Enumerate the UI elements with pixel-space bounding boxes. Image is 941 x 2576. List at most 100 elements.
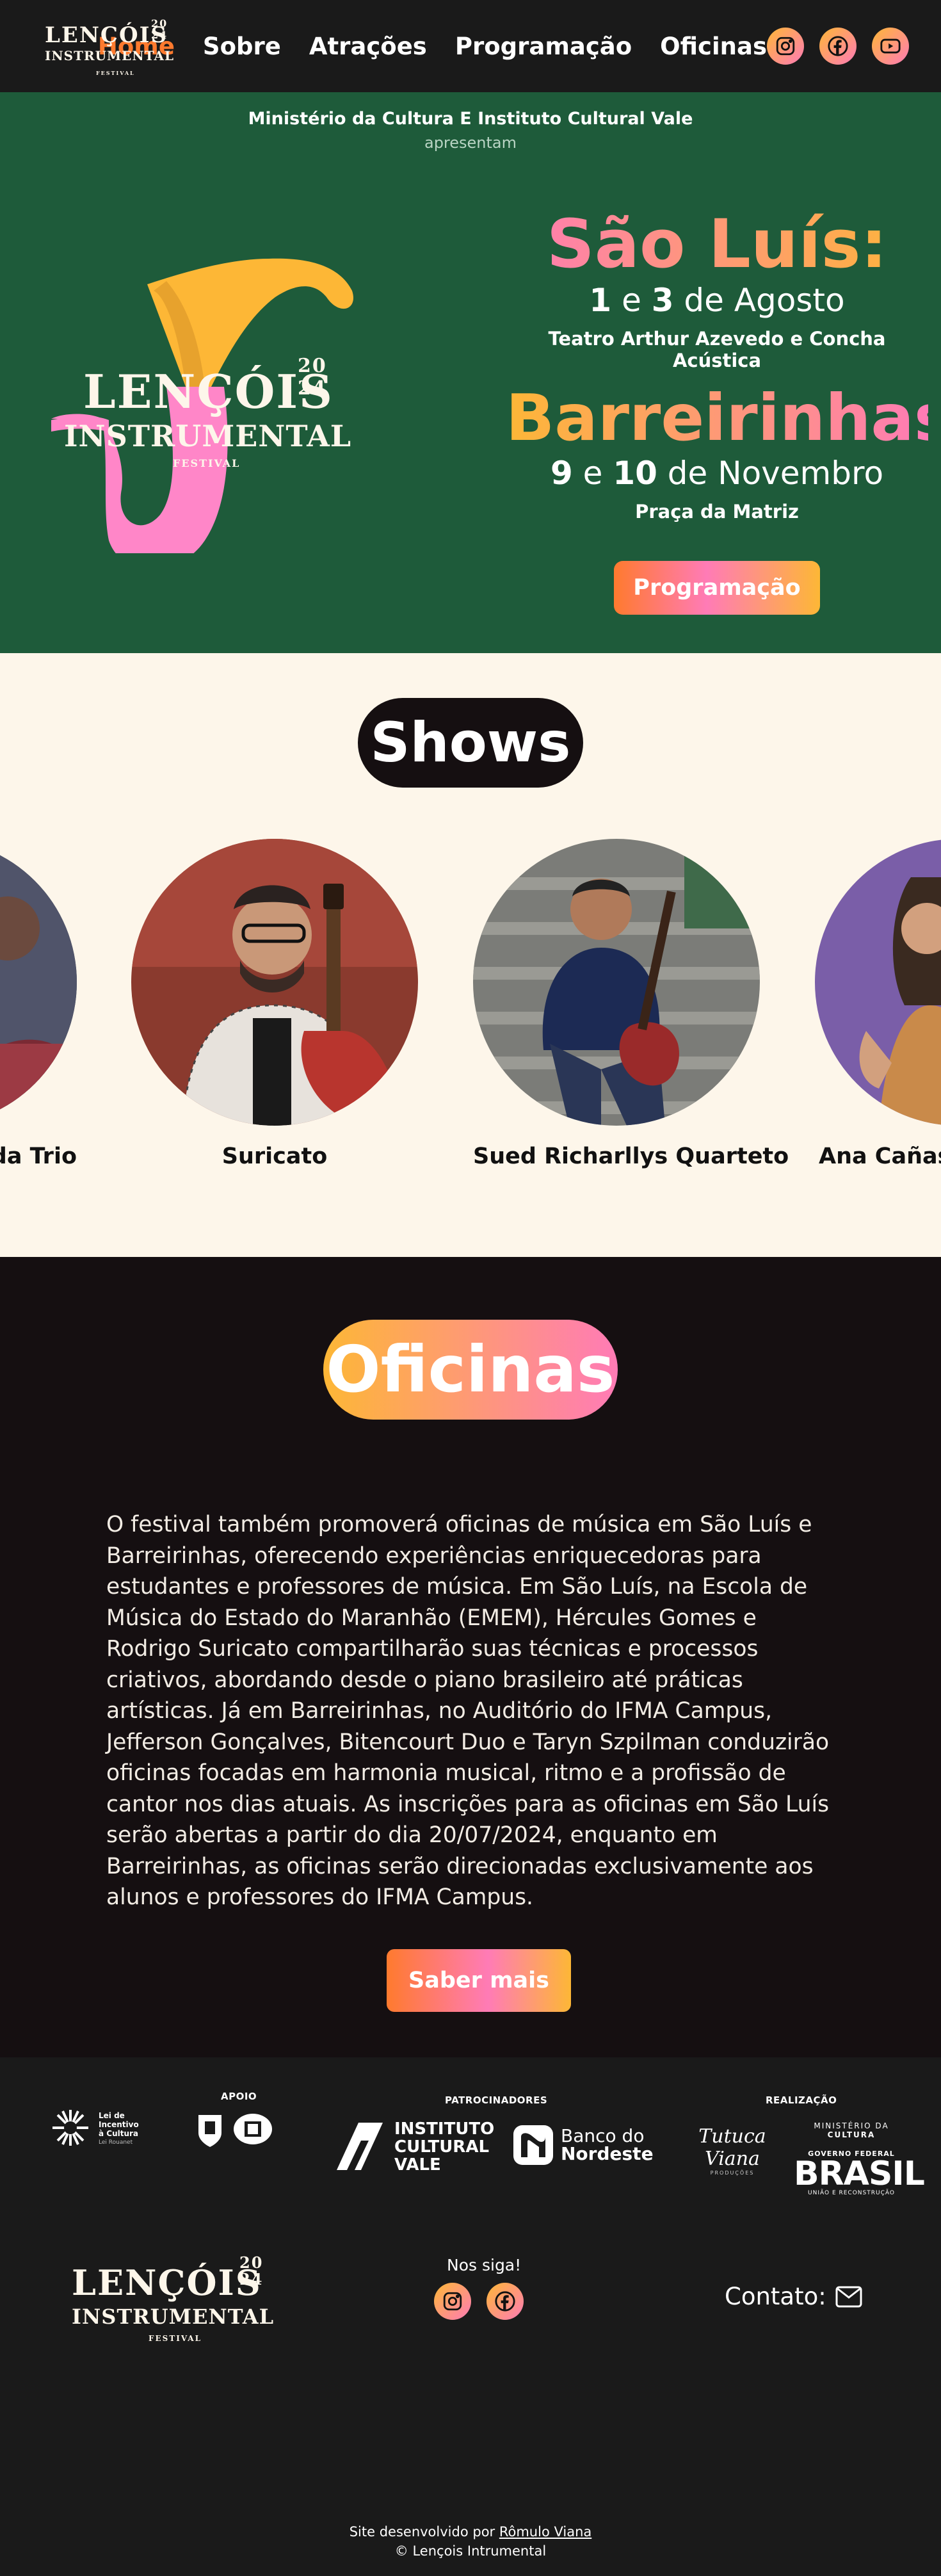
artist-name: Suricato (221, 1144, 328, 1169)
bnb-mark-icon (513, 2125, 553, 2165)
mail-icon (835, 2286, 862, 2307)
oficinas-title: Oficinas (323, 1320, 618, 1420)
festival-logo[interactable]: LENÇÓIS INSTRUMENTAL 20 24 FESTIVAL (45, 11, 173, 81)
hero-logo-line2: INSTRUMENTAL (64, 419, 352, 453)
hero-logo-year-top: 20 (298, 355, 327, 377)
hero-logo-sub: FESTIVAL (173, 457, 241, 469)
venue-barreirinhas: Praça da Matriz (635, 501, 799, 523)
vale-line1: INSTITUTO (394, 2119, 495, 2139)
sponsors-bar: Lei de Incentivo à Cultura Lei Rouanet A… (0, 2057, 941, 2211)
hero-section: Ministério da Cultura E Instituto Cultur… (0, 92, 941, 653)
hero-saxophone-logo: LENÇÓIS INSTRUMENTAL 20 24 FESTIVAL (38, 220, 371, 569)
apoio-crest-logo-2 (232, 2111, 274, 2150)
copyright: © Lençois Intrumental (394, 2543, 547, 2559)
artist-name: da Trio (0, 1144, 77, 1169)
facebook-icon (495, 2291, 515, 2312)
banco-do-nordeste-logo: Banco do Nordeste (512, 2124, 654, 2169)
instagram-button[interactable] (767, 28, 804, 65)
nav-links: Home Sobre Atrações Programação Oficinas (98, 33, 767, 60)
nav-programacao[interactable]: Programação (455, 33, 632, 60)
artist-card[interactable]: Sued Richarllys Quarteto (473, 839, 789, 1169)
artist-card[interactable]: Suricato (131, 839, 418, 1169)
patrocinadores-label: PATROCINADORES (445, 2094, 548, 2106)
lei-line4: Lei Rouanet (99, 2139, 133, 2146)
nav-atracoes[interactable]: Atrações (309, 33, 427, 60)
saber-mais-button[interactable]: Saber mais (387, 1949, 571, 2012)
artist-photo (815, 839, 941, 1126)
footer-logo-sub: FESTIVAL (149, 2334, 202, 2343)
instituto-cultural-vale-logo: INSTITUTO CULTURAL VALE (333, 2119, 494, 2176)
oficinas-description: O festival também promoverá oficinas de … (106, 1512, 830, 1910)
artist-card[interactable]: da Trio (0, 839, 77, 1169)
governo-federal-logo: MINISTÉRIO DA CULTURA GOVERNO FEDERAL BR… (794, 2121, 925, 2196)
oficinas-section: Oficinas O festival também promoverá ofi… (0, 1257, 941, 2057)
minc-line1: MINISTÉRIO DA (814, 2121, 889, 2130)
logo-year-top: 20 (151, 17, 168, 29)
logo-line1: LENÇÓIS (45, 22, 168, 48)
footer-facebook-button[interactable] (487, 2283, 524, 2320)
city-sao-luis: São Luís: (506, 207, 928, 281)
artist-card[interactable]: Ana Cañas (815, 839, 941, 1169)
dates-sao-luis: 1 e 3 de Agosto (589, 282, 845, 320)
nav-social (767, 28, 909, 65)
artist-photo (473, 839, 760, 1126)
top-nav: LENÇÓIS INSTRUMENTAL 20 24 FESTIVAL Home… (0, 0, 941, 92)
logo-sub: FESTIVAL (96, 70, 135, 76)
crest-icon (198, 2115, 221, 2147)
credits-prefix: Site desenvolvido por (349, 2524, 499, 2540)
lei-line3: à Cultura (99, 2129, 139, 2138)
lei-line1: Lei de (99, 2111, 125, 2120)
logo-line2: INSTRUMENTAL (45, 48, 175, 63)
hero-logo-year-bottom: 24 (298, 377, 327, 400)
instagram-icon (776, 36, 795, 56)
youtube-button[interactable] (872, 28, 909, 65)
gov-brasil: BRASIL (794, 2155, 925, 2193)
lei-incentivo-logo: Lei de Incentivo à Cultura Lei Rouanet (50, 2107, 140, 2152)
nav-sobre[interactable]: Sobre (203, 33, 281, 60)
dates-barreirinhas: 9 e 10 de Novembro (550, 455, 884, 492)
artist-photo (0, 839, 77, 1126)
contact-link[interactable]: Contato: (725, 2283, 862, 2310)
shows-section: Shows da Trio Suricato Sued Richarllys Q… (0, 653, 941, 1257)
minc-line2: CULTURA (827, 2130, 876, 2139)
city-barreirinhas: Barreirinhas: (506, 380, 941, 456)
follow-label: Nos siga! (447, 2256, 522, 2274)
footer: LENÇÓIS INSTRUMENTAL 20 24 FESTIVAL Nos … (0, 2211, 941, 2576)
bnb-line2: Nordeste (561, 2143, 654, 2164)
youtube-icon (880, 38, 901, 54)
artist-name: Ana Cañas (819, 1144, 941, 1169)
venue-sao-luis: Teatro Arthur Azevedo e Concha Acústica (548, 328, 886, 372)
gov-line2: UNIÃO E RECONSTRUÇÃO (808, 2190, 895, 2196)
tutuca-sub: PRODUÇÕES (710, 2170, 755, 2176)
credits: Site desenvolvido por Rômulo Viana © Len… (0, 2522, 941, 2561)
hero-presents: Ministério da Cultura E Instituto Cultur… (0, 92, 941, 152)
hero-org: Ministério da Cultura E Instituto Cultur… (248, 109, 693, 129)
tutuca-viana-logo: Tutuca Viana PRODUÇÕES (681, 2125, 784, 2176)
credits-author-link[interactable]: Rômulo Viana (499, 2524, 591, 2540)
hero-presents-label: apresentam (424, 134, 517, 152)
artist-name: Sued Richarllys Quarteto (473, 1144, 789, 1169)
footer-logo-year-top: 20 (239, 2253, 264, 2272)
emblem-icon (234, 2114, 272, 2144)
footer-logo-line1: LENÇÓIS (72, 2262, 262, 2303)
hero-logo-line1: LENÇÓIS (83, 364, 334, 419)
vale-line2: CULTURAL (394, 2137, 490, 2157)
vale-line3: VALE (394, 2155, 441, 2175)
hero-info: São Luís: 1 e 3 de Agosto Teatro Arthur … (506, 207, 941, 615)
footer-instagram-button[interactable] (434, 2283, 471, 2320)
footer-social (434, 2283, 524, 2320)
lei-line2: Incentivo (99, 2120, 139, 2129)
artist-photo (131, 839, 418, 1126)
facebook-button[interactable] (819, 28, 857, 65)
contact-label: Contato: (725, 2283, 826, 2310)
facebook-icon (828, 36, 848, 56)
footer-logo-line2: INSTRUMENTAL (72, 2305, 275, 2329)
instagram-icon (443, 2292, 462, 2311)
sunburst-icon (52, 2110, 88, 2146)
apoio-label: APOIO (221, 2091, 257, 2102)
nav-oficinas[interactable]: Oficinas (660, 33, 767, 60)
programacao-button[interactable]: Programação (614, 561, 820, 615)
footer-logo[interactable]: LENÇÓIS INSTRUMENTAL 20 24 FESTIVAL (72, 2249, 277, 2358)
apoio-crest-logo-1 (196, 2111, 224, 2152)
tutuca-name: Tutuca Viana (698, 2125, 766, 2170)
